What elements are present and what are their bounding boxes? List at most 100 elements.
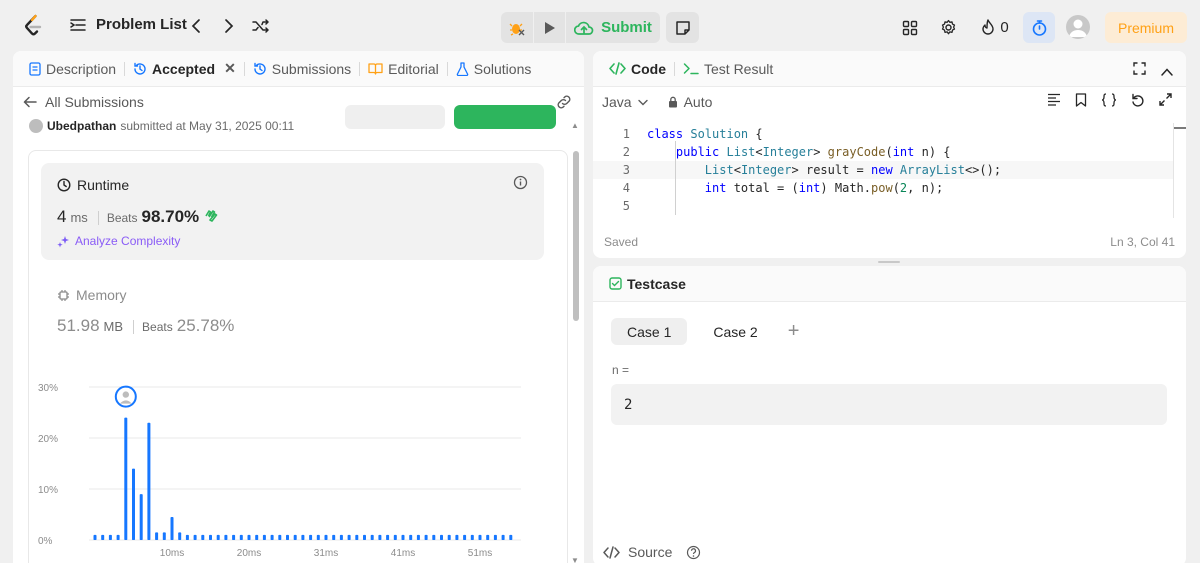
chart-bar[interactable]	[93, 534, 97, 540]
chart-bar[interactable]	[486, 534, 490, 540]
chart-bar[interactable]	[316, 534, 320, 540]
layout-button[interactable]	[900, 12, 920, 43]
chart-bar[interactable]	[216, 534, 220, 540]
settings-button[interactable]	[938, 12, 958, 43]
runtime-distribution-chart[interactable]: 30% 20% 10% 0% 10ms 20ms 31ms 41ms 51ms	[29, 151, 569, 563]
tab-test-result[interactable]: Test Result	[677, 51, 779, 87]
chart-bar[interactable]	[416, 534, 420, 540]
fullscreen-button[interactable]	[1159, 93, 1172, 107]
chart-bar[interactable]	[139, 494, 143, 540]
chart-bar[interactable]	[247, 534, 251, 540]
tab-code[interactable]: Code	[603, 51, 672, 87]
maximize-button[interactable]	[1133, 62, 1146, 78]
chart-bar[interactable]	[447, 534, 451, 540]
chart-bar[interactable]	[370, 534, 374, 540]
submitter-avatar[interactable]	[29, 119, 43, 133]
code-editor[interactable]: 1 class Solution { 2 public List<Integer…	[593, 123, 1173, 218]
chart-bar[interactable]	[262, 534, 266, 540]
user-avatar[interactable]	[1066, 15, 1090, 39]
scrollbar-thumb[interactable]	[573, 151, 579, 321]
chart-bar[interactable]	[132, 468, 135, 540]
chart-bar[interactable]	[478, 534, 482, 540]
chart-bar[interactable]	[232, 534, 236, 540]
all-submissions-link[interactable]: All Submissions	[23, 94, 144, 110]
chart-bar[interactable]	[293, 534, 297, 540]
chart-bar[interactable]	[286, 534, 289, 540]
prev-problem-button[interactable]	[186, 16, 206, 36]
chart-bar[interactable]	[309, 534, 313, 540]
chart-bar[interactable]	[101, 534, 105, 540]
chart-bar[interactable]	[347, 534, 351, 540]
chart-bar[interactable]	[355, 534, 359, 540]
problem-list-button[interactable]: Problem List	[70, 16, 187, 33]
collapse-button[interactable]	[1161, 63, 1173, 79]
chart-bar[interactable]	[424, 534, 428, 540]
auto-mode[interactable]: Auto	[668, 94, 712, 110]
submitter-username[interactable]: Ubedpathan	[47, 119, 116, 133]
source-button[interactable]: Source	[603, 544, 701, 560]
chart-bar[interactable]	[185, 534, 189, 540]
chart-bar[interactable]	[409, 534, 413, 540]
chart-bar[interactable]	[401, 534, 405, 540]
chart-bar[interactable]	[339, 534, 343, 540]
chart-bar[interactable]	[386, 534, 390, 540]
random-problem-button[interactable]	[251, 16, 271, 36]
chart-bar[interactable]	[201, 534, 205, 540]
editor-scrollbar[interactable]	[1173, 123, 1174, 218]
chart-bar[interactable]	[278, 534, 282, 540]
chart-bar[interactable]	[378, 534, 382, 540]
chart-bar[interactable]	[324, 534, 328, 540]
submit-button[interactable]: Submit	[565, 12, 660, 43]
premium-button[interactable]: Premium	[1105, 12, 1187, 43]
tab-description[interactable]: Description	[23, 51, 122, 87]
chart-bar[interactable]	[432, 534, 436, 540]
add-case-icon[interactable]: +	[788, 320, 800, 343]
code-line[interactable]: 1 class Solution {	[593, 125, 1173, 143]
close-tab-icon[interactable]: ✕	[224, 60, 236, 77]
chart-bar[interactable]	[440, 534, 443, 540]
leetcode-logo[interactable]	[22, 14, 46, 38]
chart-bar[interactable]	[393, 534, 397, 540]
chart-bar[interactable]	[209, 534, 212, 540]
chart-bar[interactable]	[116, 534, 120, 540]
scroll-down-icon[interactable]: ▼	[571, 556, 579, 563]
run-button[interactable]	[533, 12, 565, 43]
code-line[interactable]: 4 int total = (int) Math.pow(2, n);	[593, 179, 1173, 197]
next-problem-button[interactable]	[219, 16, 239, 36]
variable-input[interactable]: 2	[611, 384, 1167, 425]
chart-bar[interactable]	[509, 534, 513, 540]
chart-bar[interactable]	[501, 534, 505, 540]
chart-bar[interactable]	[455, 534, 459, 540]
language-select[interactable]: Java	[602, 94, 648, 110]
solution-button[interactable]	[454, 105, 556, 129]
chart-bar[interactable]	[124, 417, 128, 540]
scroll-up-icon[interactable]: ▲	[571, 121, 579, 130]
code-line[interactable]: 2 public List<Integer> grayCode(int n) {	[593, 143, 1173, 161]
chart-bar[interactable]	[108, 534, 112, 540]
timer-button[interactable]	[1023, 12, 1055, 43]
chart-bar[interactable]	[363, 534, 366, 540]
code-line[interactable]: 5	[593, 197, 1173, 215]
chart-bar[interactable]	[270, 534, 274, 540]
chart-bar[interactable]	[178, 532, 182, 540]
chart-bar[interactable]	[147, 422, 151, 540]
tab-submissions[interactable]: Submissions	[247, 51, 357, 87]
chart-bar[interactable]	[301, 534, 305, 540]
debug-button[interactable]	[501, 12, 533, 43]
tab-editorial[interactable]: Editorial	[362, 51, 445, 87]
chart-bar[interactable]	[470, 534, 474, 540]
notes-button[interactable]	[666, 12, 699, 43]
chart-bar[interactable]	[332, 534, 336, 540]
chart-bar[interactable]	[155, 532, 159, 540]
chart-bar[interactable]	[463, 534, 467, 540]
chart-bar[interactable]	[224, 534, 228, 540]
chart-bar[interactable]	[162, 532, 166, 540]
tab-testcase[interactable]: Testcase	[603, 266, 692, 302]
panel-resize-handle[interactable]	[878, 261, 900, 263]
chart-bar[interactable]	[239, 534, 243, 540]
chart-bar[interactable]	[193, 534, 197, 540]
format-button[interactable]	[1047, 93, 1061, 107]
bookmark-button[interactable]	[1075, 93, 1087, 107]
code-line-current[interactable]: 3 List<Integer> result = new ArrayList<>…	[593, 161, 1173, 179]
braces-button[interactable]	[1101, 93, 1117, 107]
